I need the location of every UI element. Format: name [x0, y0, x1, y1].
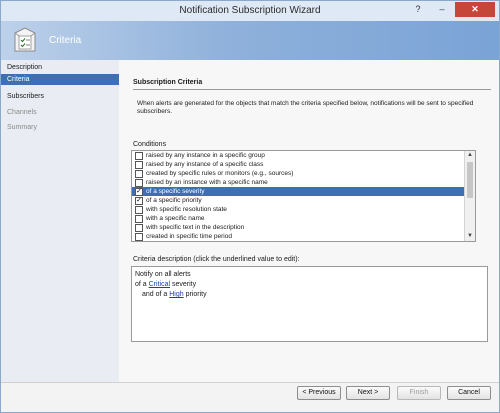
- intro-text: When alerts are generated for the object…: [137, 100, 474, 115]
- condition-label: with a specific name: [146, 215, 205, 222]
- sidebar-item-subscribers[interactable]: Subscribers: [1, 91, 119, 102]
- severity-value-link[interactable]: Critical: [149, 281, 170, 288]
- condition-label: created by specific rules or monitors (e…: [146, 170, 294, 177]
- wizard-steps-sidebar: Description Criteria Subscribers Channel…: [1, 60, 119, 382]
- close-button[interactable]: ✕: [455, 2, 495, 17]
- condition-row[interactable]: raised by any instance in a specific gro…: [132, 151, 465, 160]
- condition-row-selected[interactable]: ✓ of a specific severity: [132, 187, 465, 196]
- page-title: Subscription Criteria: [133, 79, 203, 86]
- condition-label: with specific resolution state: [146, 206, 227, 213]
- criteria-priority-suffix: priority: [183, 291, 207, 298]
- condition-label: raised by an instance with a specific na…: [146, 179, 268, 186]
- priority-value-link[interactable]: High: [169, 291, 183, 298]
- title-divider: [133, 89, 491, 90]
- condition-row[interactable]: with specific text in the description: [132, 223, 465, 232]
- condition-row[interactable]: with specific resolution state: [132, 205, 465, 214]
- condition-checkbox[interactable]: [135, 224, 143, 232]
- conditions-label: Conditions: [133, 141, 167, 148]
- sidebar-item-summary[interactable]: Summary: [1, 122, 119, 133]
- condition-checkbox[interactable]: [135, 170, 143, 178]
- condition-label: created in specific time period: [146, 233, 232, 240]
- checklist-icon: [14, 27, 36, 52]
- footer-divider: [1, 382, 499, 383]
- criteria-line-priority: and of a High priority: [142, 291, 207, 298]
- sidebar-item-channels[interactable]: Channels: [1, 107, 119, 118]
- condition-label: of a specific severity: [146, 188, 205, 195]
- scroll-up-arrow-icon[interactable]: ▲: [465, 151, 475, 160]
- condition-checkbox[interactable]: [135, 179, 143, 187]
- criteria-line-severity: of a Critical severity: [135, 281, 196, 288]
- wizard-window: Notification Subscription Wizard ? – ✕ C…: [0, 0, 500, 413]
- criteria-page: Subscription Criteria When alerts are ge…: [119, 60, 499, 382]
- condition-label: with specific text in the description: [146, 224, 245, 231]
- condition-row[interactable]: created in specific time period: [132, 232, 465, 241]
- criteria-priority-prefix: and of a: [142, 291, 170, 298]
- scroll-thumb[interactable]: [467, 162, 473, 198]
- minimize-button[interactable]: –: [431, 2, 453, 17]
- criteria-severity-suffix: severity: [170, 281, 197, 288]
- criteria-description-label: Criteria description (click the underlin…: [133, 256, 300, 263]
- next-button[interactable]: Next >: [346, 386, 390, 400]
- condition-checkbox-checked[interactable]: ✓: [135, 197, 143, 205]
- banner-title: Criteria: [49, 35, 82, 46]
- finish-button[interactable]: Finish: [397, 386, 441, 400]
- previous-button[interactable]: < Previous: [297, 386, 341, 400]
- condition-row[interactable]: raised by any instance of a specific cla…: [132, 160, 465, 169]
- condition-checkbox[interactable]: [135, 233, 143, 241]
- cancel-button[interactable]: Cancel: [447, 386, 491, 400]
- condition-row[interactable]: ✓ of a specific priority: [132, 196, 465, 205]
- condition-row[interactable]: created by specific rules or monitors (e…: [132, 169, 465, 178]
- conditions-list[interactable]: raised by any instance in a specific gro…: [131, 150, 476, 242]
- condition-label: raised by any instance of a specific cla…: [146, 161, 264, 168]
- help-button[interactable]: ?: [407, 2, 429, 17]
- condition-checkbox[interactable]: [135, 215, 143, 223]
- conditions-scrollbar[interactable]: ▲ ▼: [464, 151, 475, 241]
- condition-checkbox[interactable]: [135, 206, 143, 214]
- condition-checkbox[interactable]: [135, 161, 143, 169]
- condition-checkbox-checked[interactable]: ✓: [135, 188, 143, 196]
- page-banner: Criteria: [1, 21, 499, 60]
- criteria-description-box: Notify on all alerts of a Critical sever…: [131, 266, 488, 342]
- scroll-down-arrow-icon[interactable]: ▼: [465, 232, 475, 241]
- title-bar: Notification Subscription Wizard ? – ✕: [1, 1, 499, 21]
- condition-label: of a specific priority: [146, 197, 202, 204]
- criteria-severity-prefix: of a: [135, 281, 149, 288]
- condition-row[interactable]: raised by an instance with a specific na…: [132, 178, 465, 187]
- criteria-line-notify: Notify on all alerts: [135, 271, 191, 278]
- condition-row[interactable]: with a specific name: [132, 214, 465, 223]
- condition-label: raised by any instance in a specific gro…: [146, 152, 265, 159]
- sidebar-item-criteria[interactable]: Criteria: [1, 74, 119, 85]
- sidebar-item-description[interactable]: Description: [1, 62, 119, 73]
- condition-checkbox[interactable]: [135, 152, 143, 160]
